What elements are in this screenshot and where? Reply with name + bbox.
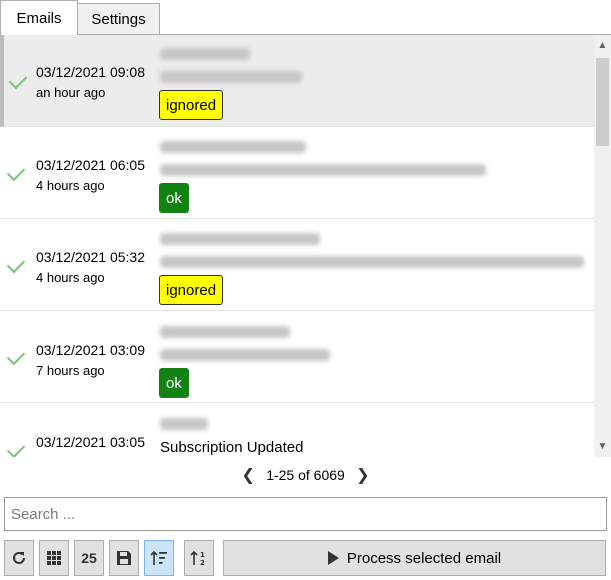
chevron-left-icon[interactable]: ❮ [240, 465, 256, 485]
email-row[interactable]: 03/12/2021 03:09 7 hours ago ok [0, 311, 594, 403]
sort-descending-icon [150, 550, 167, 565]
process-email-button[interactable]: Process selected email [223, 540, 606, 576]
status-badge: ok [159, 368, 189, 398]
sort-numeric-button[interactable]: 1 2 [184, 540, 214, 576]
email-age: an hour ago [36, 85, 106, 100]
email-date: 03/12/2021 03:09 [36, 342, 145, 358]
blurred-sender [160, 418, 208, 430]
blurred-sender [160, 141, 306, 153]
email-row[interactable]: 03/12/2021 05:32 4 hours ago ignored [0, 219, 594, 311]
chevron-right-icon[interactable]: ❯ [355, 465, 371, 485]
search-input[interactable] [4, 497, 607, 531]
blurred-subject [160, 164, 486, 176]
email-row[interactable]: 03/12/2021 09:08 an hour ago ignored [0, 35, 594, 127]
process-email-label: Process selected email [346, 549, 502, 567]
status-badge: ignored [159, 275, 224, 305]
status-badge: ignored [159, 90, 224, 120]
list-scrollbar[interactable]: ▲ ▼ [594, 35, 611, 457]
play-icon [327, 551, 339, 565]
blurred-sender [160, 233, 320, 245]
email-age: 4 hours ago [36, 270, 105, 285]
email-date: 03/12/2021 05:32 [36, 249, 145, 265]
pagination: ❮ 1-25 of 6069 ❯ [0, 462, 611, 488]
email-date: 03/12/2021 03:05 [36, 434, 145, 450]
email-age: 7 hours ago [36, 363, 105, 378]
save-icon [117, 551, 131, 565]
scrollbar-thumb[interactable] [596, 58, 609, 146]
blurred-subject [160, 256, 584, 268]
refresh-button[interactable] [4, 540, 34, 576]
scroll-down-icon[interactable]: ▼ [594, 438, 611, 455]
email-list[interactable]: 03/12/2021 09:08 an hour ago ignored 03/… [0, 35, 594, 457]
check-icon [6, 162, 26, 182]
svg-text:2: 2 [200, 559, 205, 566]
email-subject: Subscription Updated [160, 439, 304, 456]
email-age: 4 hours ago [36, 178, 105, 193]
sort-date-button[interactable] [144, 540, 174, 576]
toolbar: 25 1 2 Process selected email [0, 540, 611, 576]
grid-icon [47, 551, 61, 565]
blurred-sender [160, 48, 250, 60]
check-icon [6, 439, 26, 457]
blurred-subject [160, 349, 330, 361]
status-badge: ok [159, 183, 189, 213]
email-date: 03/12/2021 09:08 [36, 64, 145, 80]
check-icon [6, 254, 26, 274]
refresh-icon [13, 551, 25, 564]
email-row[interactable]: 03/12/2021 06:05 4 hours ago ok [0, 127, 594, 219]
email-row[interactable]: 03/12/2021 03:05 Subscription Updated [0, 403, 594, 457]
sort-numeric-icon: 1 2 [190, 550, 205, 566]
blurred-subject [160, 71, 302, 83]
tab-bar: Emails Settings [0, 0, 611, 35]
tab-emails[interactable]: Emails [0, 0, 78, 35]
blurred-sender [160, 326, 290, 338]
page-range: 1-25 of 6069 [266, 467, 345, 483]
save-button[interactable] [109, 540, 139, 576]
email-date: 03/12/2021 06:05 [36, 157, 145, 173]
scroll-up-icon[interactable]: ▲ [594, 37, 611, 54]
check-icon [6, 346, 26, 366]
page-size-button[interactable]: 25 [74, 540, 104, 576]
columns-button[interactable] [39, 540, 69, 576]
svg-text:1: 1 [200, 551, 205, 559]
tab-settings[interactable]: Settings [77, 3, 160, 34]
check-icon [8, 70, 28, 90]
